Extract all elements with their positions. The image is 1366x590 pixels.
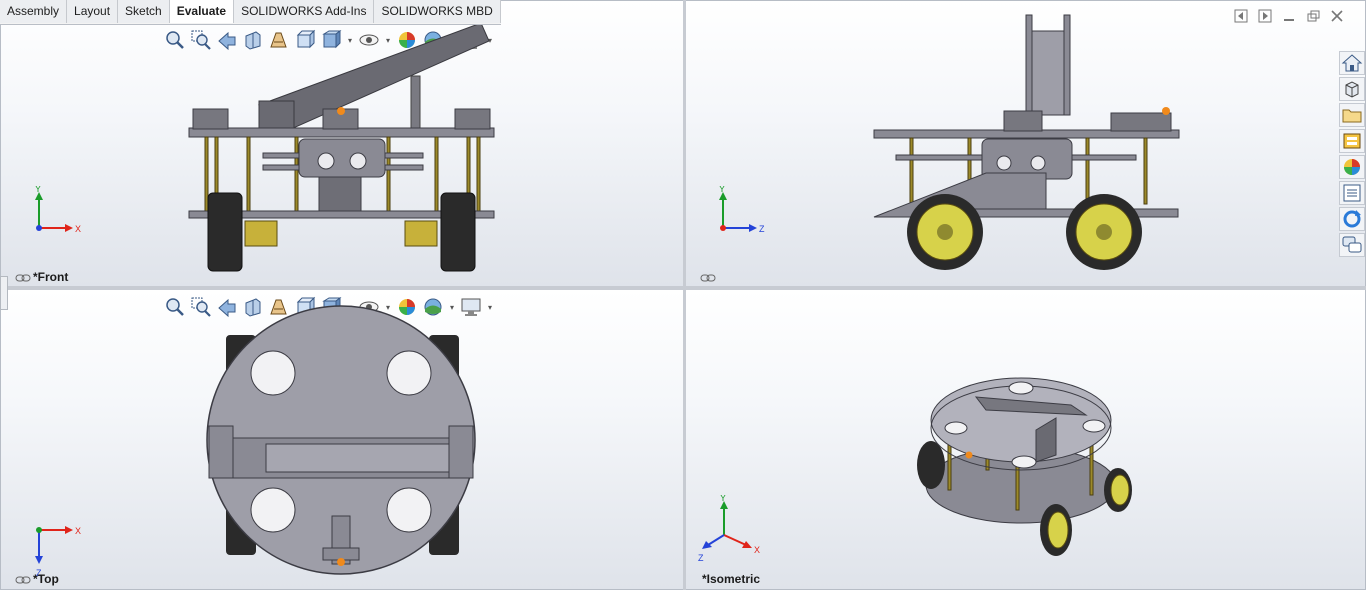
- viewport-top[interactable]: ▾▾▾▾ X Z *Top: [0, 289, 684, 590]
- task-pane: [1339, 51, 1365, 257]
- viewport-label-right: [700, 270, 718, 284]
- tab-evaluate[interactable]: Evaluate: [169, 0, 235, 23]
- tab-sketch[interactable]: Sketch: [118, 0, 170, 23]
- robot-isometric-view: [917, 377, 1132, 556]
- svg-text:Y: Y: [720, 495, 726, 503]
- coordinate-triad-right: Y Z: [719, 186, 765, 234]
- tab-assembly[interactable]: Assembly: [0, 0, 68, 23]
- coordinate-triad-front: Y X: [35, 186, 81, 234]
- link-icon: [15, 576, 31, 584]
- viewport-right[interactable]: Y Z: [685, 0, 1366, 287]
- viewport-front[interactable]: ▾▾▾▾: [0, 0, 684, 287]
- feature-manager-collapse-handle[interactable]: [0, 276, 8, 310]
- viewport-splitter-vertical[interactable]: [683, 0, 686, 590]
- robot-top-view: [206, 305, 476, 575]
- viewport-splitter-horizontal[interactable]: [0, 286, 1366, 290]
- custom-properties-icon[interactable]: [1339, 181, 1365, 205]
- svg-text:Z: Z: [759, 224, 765, 234]
- tab-layout[interactable]: Layout: [67, 0, 119, 23]
- svg-text:X: X: [75, 526, 81, 536]
- design-library-icon[interactable]: [1339, 129, 1365, 153]
- tab-solidworks-mbd[interactable]: SOLIDWORKS MBD: [374, 0, 501, 23]
- svg-text:Z: Z: [698, 553, 704, 563]
- viewport-isometric[interactable]: Y X Z *Isometric: [685, 289, 1366, 590]
- update-icon[interactable]: [1339, 207, 1365, 231]
- svg-text:X: X: [75, 224, 81, 234]
- svg-text:Y: Y: [719, 186, 725, 194]
- viewport-label-front: *Front: [15, 270, 68, 284]
- appearances-icon[interactable]: [1339, 155, 1365, 179]
- robot-front-view: [188, 22, 495, 272]
- link-icon: [700, 274, 716, 282]
- svg-text:Y: Y: [35, 186, 41, 194]
- file-explorer-icon[interactable]: [1339, 103, 1365, 127]
- svg-text:X: X: [754, 545, 760, 555]
- link-icon: [15, 274, 31, 282]
- coordinate-triad-isometric: Y X Z: [698, 495, 760, 563]
- viewport-label-isometric: *Isometric: [702, 572, 761, 586]
- forum-icon[interactable]: [1339, 233, 1365, 257]
- tab-solidworks-add-ins[interactable]: SOLIDWORKS Add-Ins: [234, 0, 375, 23]
- home-icon[interactable]: [1339, 51, 1365, 75]
- viewport-label-top: *Top: [15, 572, 59, 586]
- command-manager-tabs: Assembly Layout Sketch Evaluate SOLIDWORKS A…: [0, 0, 501, 25]
- 3d-parts-icon[interactable]: [1339, 77, 1365, 101]
